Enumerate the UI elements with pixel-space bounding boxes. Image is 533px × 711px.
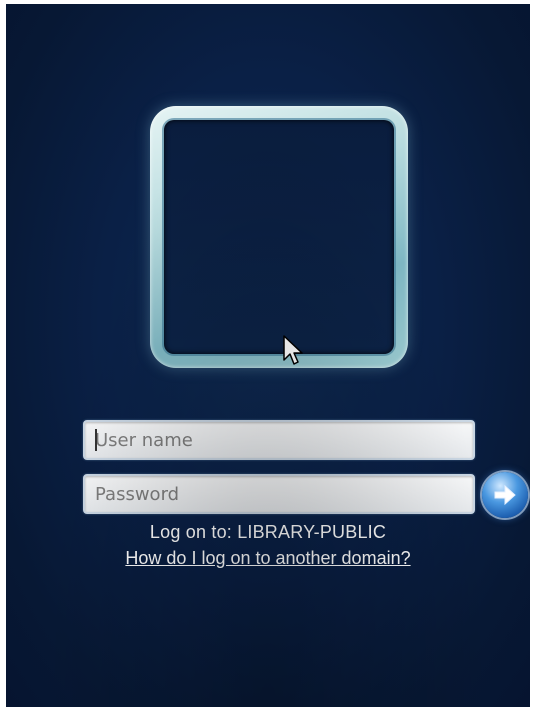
user-picture xyxy=(164,120,394,354)
other-domain-link[interactable]: How do I log on to another domain? xyxy=(6,548,530,569)
username-input[interactable] xyxy=(83,420,475,460)
logon-screen: Log on to: LIBRARY-PUBLIC How do I log o… xyxy=(6,4,530,707)
arrow-right-icon xyxy=(494,484,516,506)
submit-button[interactable] xyxy=(482,472,528,518)
user-picture-frame xyxy=(150,106,408,368)
logon-domain-text: Log on to: LIBRARY-PUBLIC xyxy=(149,522,387,542)
text-caret xyxy=(95,429,97,451)
mouse-pointer-icon xyxy=(283,335,303,365)
password-input[interactable] xyxy=(83,474,475,514)
